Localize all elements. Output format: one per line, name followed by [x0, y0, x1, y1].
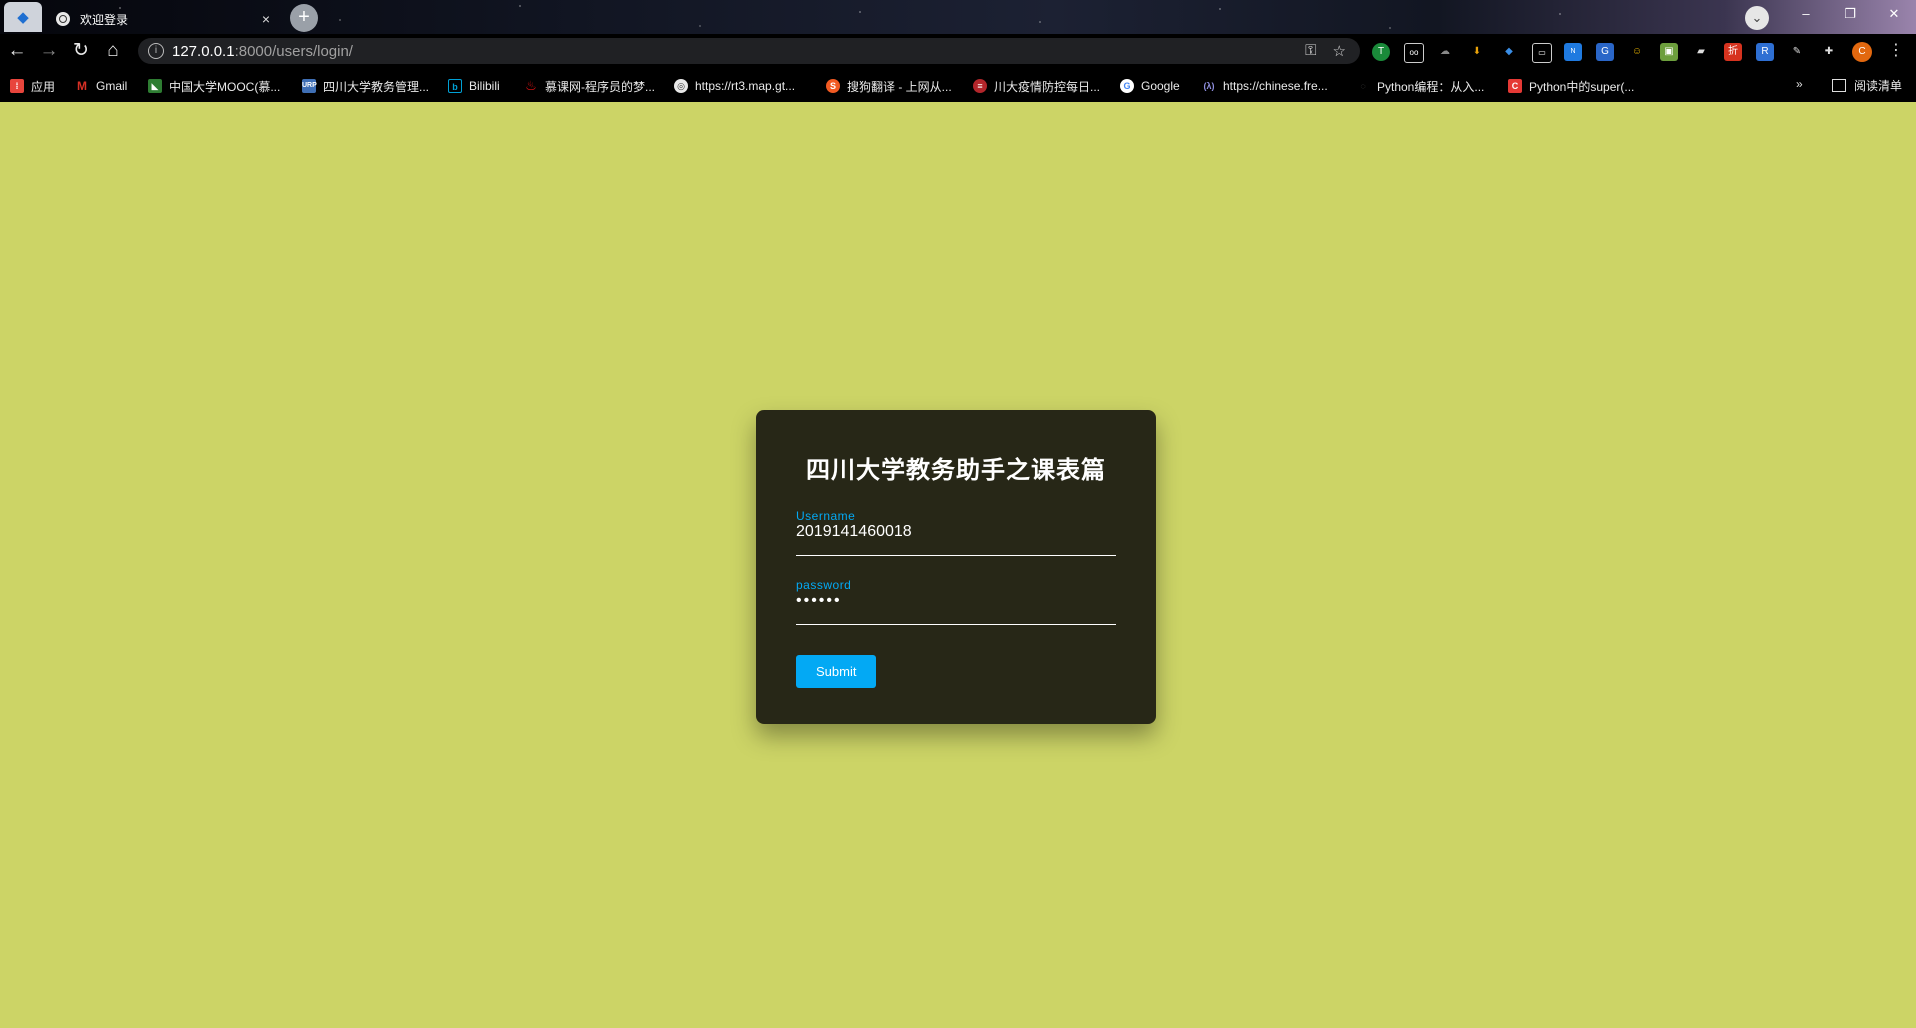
- chevron-down-icon[interactable]: ⌄: [1745, 6, 1769, 30]
- bookmark-google[interactable]: G Google: [1120, 77, 1180, 95]
- bookmark-label: 川大疫情防控每日...: [994, 79, 1101, 94]
- flame-icon: ♨: [525, 78, 537, 93]
- page-body: 四川大学教务助手之课表篇 Username 2019141460018 pass…: [0, 102, 1916, 1028]
- browser-app-icon[interactable]: ◆: [4, 2, 42, 32]
- bookmark-label: https://rt3.map.gt...: [695, 79, 796, 93]
- swirl-icon: ◌: [1360, 81, 1366, 91]
- page-title: 四川大学教务助手之课表篇: [806, 457, 1106, 484]
- star-icon[interactable]: ☆: [1333, 42, 1346, 60]
- restore-button[interactable]: ❐: [1828, 0, 1872, 28]
- username-label: Username: [796, 509, 856, 523]
- forward-arrow-icon[interactable]: →: [34, 34, 64, 68]
- extension-comment-icon[interactable]: ▰: [1692, 43, 1710, 61]
- bookmark-label: Gmail: [96, 79, 128, 93]
- extension-diamond-icon[interactable]: ◆: [1500, 43, 1518, 61]
- bilibili-icon: b: [448, 79, 462, 93]
- bookmark-label: 四川大学教务管理...: [323, 79, 430, 94]
- globe-icon: ◎: [674, 79, 688, 93]
- bookmark-scu-jwc[interactable]: URP 四川大学教务管理...: [302, 77, 429, 95]
- extension-blue-icon[interactable]: R: [1756, 43, 1774, 61]
- new-tab-button[interactable]: +: [290, 4, 318, 32]
- reload-icon[interactable]: ↻: [66, 34, 96, 68]
- scu-seal-icon: ≡: [973, 79, 987, 93]
- username-field[interactable]: Username 2019141460018: [796, 509, 1116, 556]
- reading-list-label: 阅读清单: [1854, 79, 1903, 93]
- password-label: password: [796, 578, 852, 592]
- username-input[interactable]: 2019141460018: [796, 523, 912, 541]
- profile-avatar[interactable]: C: [1852, 42, 1872, 62]
- extension-box-icon[interactable]: ▭: [1532, 43, 1552, 63]
- extension-zhe-icon[interactable]: 折: [1724, 43, 1742, 61]
- reading-list-button[interactable]: 阅读清单: [1832, 77, 1902, 94]
- extension-t-icon[interactable]: T: [1372, 43, 1390, 61]
- back-arrow-icon[interactable]: ←: [2, 34, 32, 68]
- extension-cloud-icon[interactable]: ☁: [1436, 43, 1454, 61]
- tab-active[interactable]: 欢迎登录 ×: [44, 4, 284, 34]
- bookmark-label: 应用: [31, 79, 56, 94]
- bookmark-scu-health[interactable]: ≡ 川大疫情防控每日...: [973, 77, 1100, 95]
- extension-oo-icon[interactable]: oo: [1404, 43, 1424, 63]
- translate-icon[interactable]: G: [1596, 43, 1614, 61]
- puzzle-icon[interactable]: ✚: [1820, 43, 1838, 61]
- csdn-icon: C: [1508, 79, 1522, 93]
- bookmark-imooc[interactable]: ♨ 慕课网-程序员的梦...: [524, 77, 655, 95]
- lambda-icon: (λ): [1203, 81, 1215, 91]
- bookmarks-bar: ⁞ 应用 M Gmail ◣ 中国大学MOOC(慕... URP 四川大学教务管理...…: [0, 68, 1916, 102]
- login-card: 四川大学教务助手之课表篇 Username 2019141460018 pass…: [756, 410, 1156, 724]
- tab-strip: ◆ 欢迎登录 × + ⌄ – ❐ ✕: [0, 0, 1916, 34]
- bookmark-label: Python中的super(...: [1529, 79, 1635, 94]
- browser-toolbar: ← → ↻ ⌂ i 127.0.0.1:8000/users/login/ ⚿ …: [0, 34, 1916, 68]
- bookmark-python-book[interactable]: ◌ Python编程：从入...: [1356, 77, 1484, 95]
- minimize-button[interactable]: –: [1784, 0, 1828, 28]
- url-text: 127.0.0.1:8000/users/login/: [172, 43, 353, 60]
- bookmark-gmail[interactable]: M Gmail: [75, 77, 127, 95]
- urp-icon: URP: [302, 79, 317, 93]
- url-host: 127.0.0.1: [172, 42, 235, 60]
- key-icon[interactable]: ⚿: [1305, 42, 1316, 60]
- extension-new-icon[interactable]: N: [1564, 43, 1582, 61]
- bookmark-label: Python编程：从入...: [1377, 79, 1485, 94]
- sogou-icon: S: [826, 79, 840, 93]
- bookmark-label: 搜狗翻译 - 上网从...: [847, 79, 952, 94]
- bookmark-label: 中国大学MOOC(慕...: [169, 79, 281, 94]
- url-path: :8000/users/login/: [234, 42, 353, 60]
- tab-title: 欢迎登录: [80, 12, 129, 27]
- close-window-button[interactable]: ✕: [1872, 0, 1916, 28]
- mooc-icon: ◣: [148, 79, 162, 93]
- bookmark-sogou[interactable]: S 搜狗翻译 - 上网从...: [826, 77, 952, 95]
- browser-chrome: ◆ 欢迎登录 × + ⌄ – ❐ ✕ ← → ↻ ⌂ i 127.0.0.1:8…: [0, 0, 1916, 102]
- tab-close-icon[interactable]: ×: [256, 11, 276, 27]
- more-bookmarks-icon[interactable]: »: [1796, 77, 1803, 91]
- submit-button[interactable]: Submit: [796, 655, 877, 688]
- google-icon: G: [1120, 79, 1134, 93]
- bookmark-label: https://chinese.fre...: [1223, 79, 1328, 93]
- menu-dots-icon[interactable]: ⋮: [1886, 34, 1906, 68]
- bookmark-label: 慕课网-程序员的梦...: [545, 79, 655, 94]
- bookmark-apps[interactable]: ⁞ 应用: [10, 77, 55, 95]
- bookmark-label: Google: [1141, 79, 1180, 93]
- bookmark-rt3[interactable]: ◎ https://rt3.map.gt...: [674, 77, 795, 95]
- extension-face-icon[interactable]: ☺: [1628, 43, 1646, 61]
- site-info-icon[interactable]: i: [148, 43, 164, 59]
- bookmark-mooc[interactable]: ◣ 中国大学MOOC(慕...: [148, 77, 280, 95]
- address-bar[interactable]: i 127.0.0.1:8000/users/login/ ⚿ ☆: [138, 38, 1360, 64]
- bookmark-label: Bilibili: [469, 79, 500, 93]
- bookmark-chinese-fre[interactable]: (λ) https://chinese.fre...: [1202, 77, 1328, 95]
- gmail-icon: M: [77, 79, 87, 93]
- password-input[interactable]: ••••••: [796, 592, 842, 610]
- extension-image-icon[interactable]: ▣: [1660, 43, 1678, 61]
- bookmark-bilibili[interactable]: b Bilibili: [448, 77, 500, 95]
- reading-list-icon: [1832, 79, 1846, 92]
- extension-arrow-icon[interactable]: ⬇: [1468, 43, 1486, 61]
- home-icon[interactable]: ⌂: [98, 34, 128, 68]
- apps-grid-icon: ⁞: [10, 79, 24, 93]
- bookmark-python-super[interactable]: C Python中的super(...: [1508, 77, 1634, 95]
- globe-icon: [56, 12, 70, 26]
- password-field[interactable]: password ••••••: [796, 578, 1116, 625]
- extension-pen-icon[interactable]: ✎: [1788, 43, 1806, 61]
